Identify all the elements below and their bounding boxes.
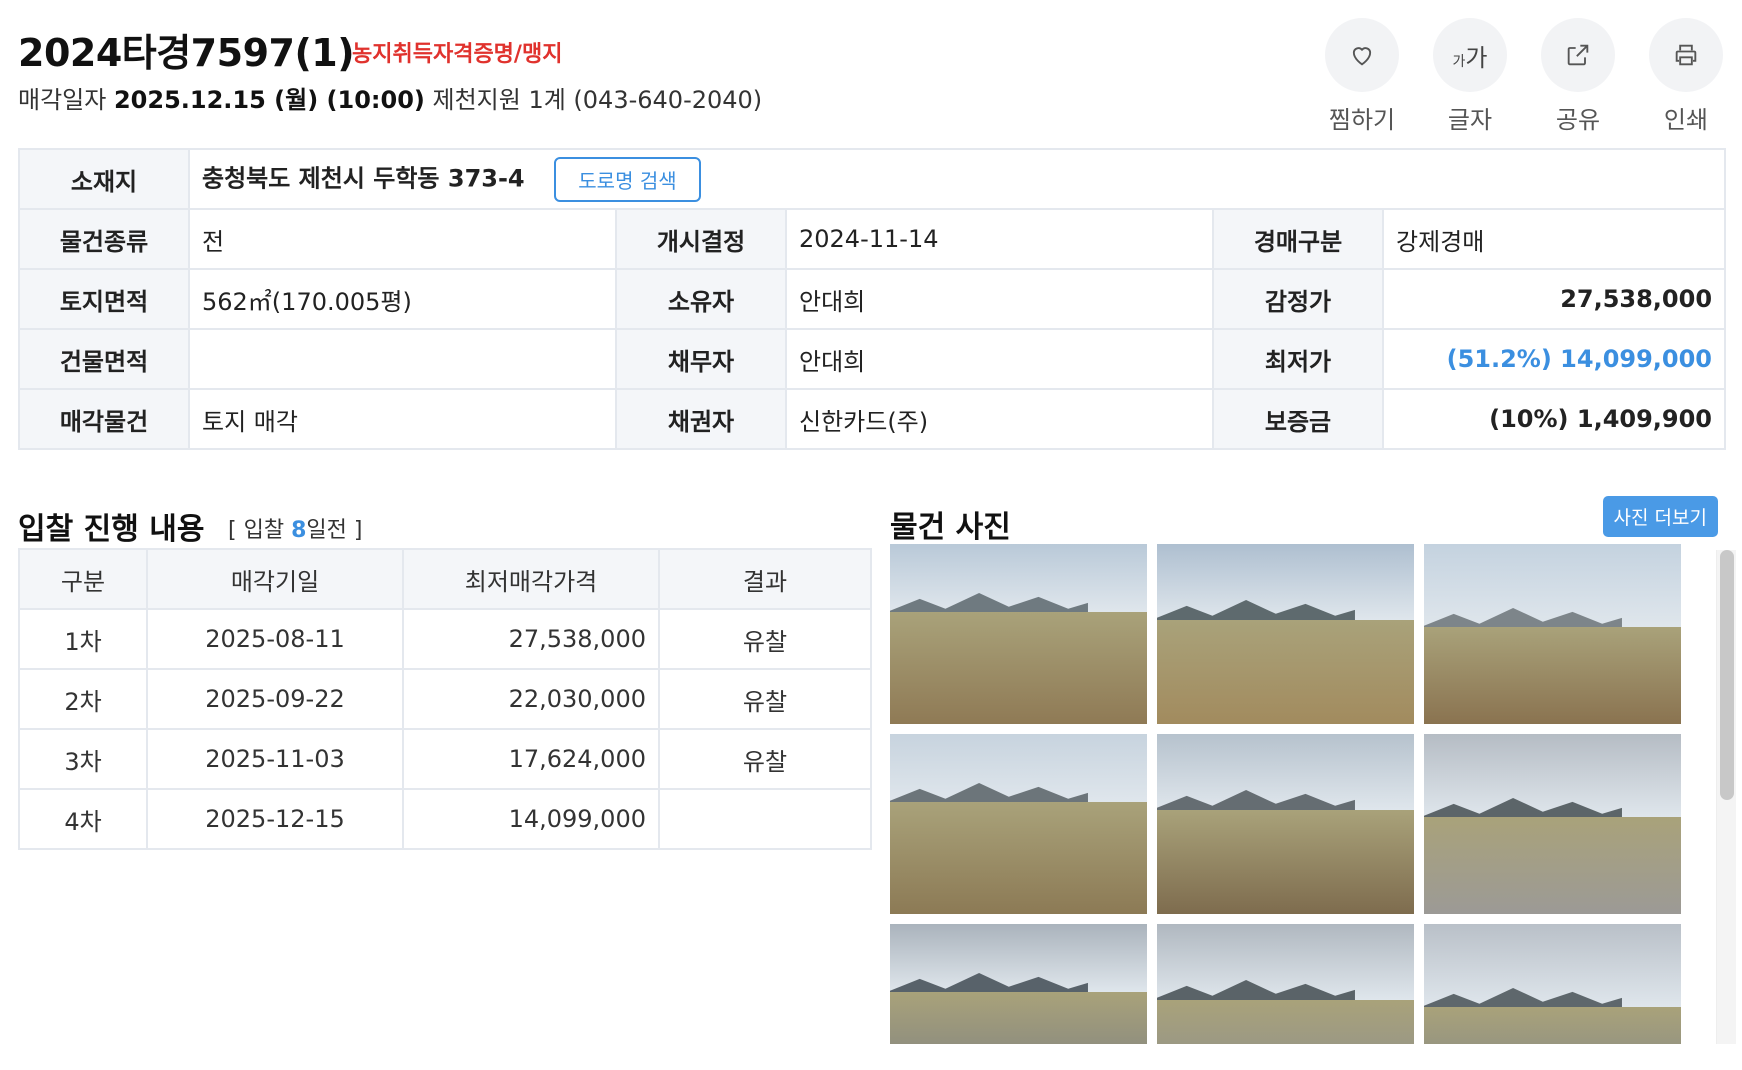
photo-field-7[interactable] [890, 924, 1147, 1044]
minimum-price: (51.2%) 14,099,000 [1381, 328, 1727, 390]
info-label: 매각물건 [18, 388, 190, 450]
info-label: 건물면적 [18, 328, 190, 390]
info-label: 채무자 [615, 328, 787, 390]
photo-field-4[interactable] [890, 734, 1147, 914]
font-size-label: 글자 [1447, 106, 1493, 134]
print-icon [1649, 18, 1723, 92]
court-info: 제천지원 1계 (043-640-2040) [432, 86, 763, 114]
commencement-date: 2024-11-14 [785, 208, 1214, 270]
column-header: 매각기일 [146, 548, 404, 610]
min-price: 22,030,000 [402, 668, 660, 730]
table-row: 3차 2025-11-03 17,624,000 유찰 [18, 728, 872, 790]
info-row: 토지면적 562㎡(170.005평) 소유자 안대희 감정가 27,538,0… [18, 268, 1727, 330]
location-address: 충청북도 제천시 두학동 373-4 [202, 164, 525, 192]
table-row: 2차 2025-09-22 22,030,000 유찰 [18, 668, 872, 730]
sale-date: 2025-11-03 [146, 728, 404, 790]
round: 3차 [18, 728, 148, 790]
round: 2차 [18, 668, 148, 730]
min-price: 14,099,000 [402, 788, 660, 850]
sale-date: 2025.12.15 (월) (10:00) [113, 86, 425, 114]
column-header: 구분 [18, 548, 148, 610]
gallery-scrollbar-thumb[interactable] [1720, 550, 1734, 800]
auction-type: 강제경매 [1381, 208, 1727, 270]
info-label: 최저가 [1212, 328, 1384, 390]
photo-field-1[interactable] [890, 544, 1147, 724]
photos-title: 물건 사진 [890, 510, 1011, 545]
photo-grid [890, 544, 1728, 1044]
location-row: 소재지 충청북도 제천시 두학동 373-4 도로명 검색 [18, 148, 1727, 210]
result: 유찰 [658, 608, 872, 670]
info-label: 보증금 [1212, 388, 1384, 450]
photo-field-6[interactable] [1424, 734, 1681, 914]
info-row: 건물면적 채무자 안대희 최저가 (51.2%) 14,099,000 [18, 328, 1727, 390]
gallery-scrollbar[interactable] [1716, 550, 1736, 1044]
building-area [188, 328, 617, 390]
owner: 안대희 [785, 268, 1214, 330]
sale-info: 매각일자 2025.12.15 (월) (10:00) 제천지원 1계 (043… [18, 80, 762, 115]
photo-field-2[interactable] [1157, 544, 1414, 724]
heart-icon [1325, 18, 1399, 92]
column-header: 최저매각가격 [402, 548, 660, 610]
sale-date: 2025-08-11 [146, 608, 404, 670]
info-label: 물건종류 [18, 208, 190, 270]
info-label: 소유자 [615, 268, 787, 330]
sale-date: 2025-09-22 [146, 668, 404, 730]
photo-field-5[interactable] [1157, 734, 1414, 914]
bidding-header-row: 구분 매각기일 최저매각가격 결과 [18, 548, 872, 610]
share-icon [1541, 18, 1615, 92]
more-photos-button[interactable]: 사진 더보기 [1602, 496, 1718, 537]
sale-label: 매각일자 [18, 86, 107, 114]
table-row: 1차 2025-08-11 27,538,000 유찰 [18, 608, 872, 670]
info-label: 채권자 [615, 388, 787, 450]
location-label: 소재지 [18, 148, 190, 210]
case-number: 2024타경7597(1) [18, 31, 355, 75]
sale-item: 토지 매각 [188, 388, 617, 450]
info-label: 감정가 [1212, 268, 1384, 330]
result: 유찰 [658, 728, 872, 790]
wish-label: 찜하기 [1328, 106, 1396, 134]
bidding-days-left: [ 입찰 8일전 ] [228, 518, 363, 543]
road-search-button[interactable]: 도로명 검색 [554, 156, 701, 202]
wish-button[interactable]: 찜하기 [1324, 18, 1400, 135]
round: 1차 [18, 608, 148, 670]
creditor: 신한카드(주) [785, 388, 1214, 450]
property-info-table: 소재지 충청북도 제천시 두학동 373-4 도로명 검색 물건종류 전 개시결… [18, 148, 1727, 450]
result: 유찰 [658, 668, 872, 730]
share-label: 공유 [1555, 106, 1601, 134]
result [658, 788, 872, 850]
info-label: 경매구분 [1212, 208, 1384, 270]
photo-field-9[interactable] [1424, 924, 1681, 1044]
bidding-table: 구분 매각기일 최저매각가격 결과 1차 2025-08-11 27,538,0… [18, 548, 872, 850]
deposit: (10%) 1,409,900 [1381, 388, 1727, 450]
table-row: 4차 2025-12-15 14,099,000 [18, 788, 872, 850]
info-label: 토지면적 [18, 268, 190, 330]
info-row: 매각물건 토지 매각 채권자 신한카드(주) 보증금 (10%) 1,409,9… [18, 388, 1727, 450]
round: 4차 [18, 788, 148, 850]
photo-field-8[interactable] [1157, 924, 1414, 1044]
share-button[interactable]: 공유 [1540, 18, 1616, 135]
appraisal-price: 27,538,000 [1381, 268, 1727, 330]
font-size-icon: 가가 [1433, 18, 1507, 92]
column-header: 결과 [658, 548, 872, 610]
info-row: 물건종류 전 개시결정 2024-11-14 경매구분 강제경매 [18, 208, 1727, 270]
land-area: 562㎡(170.005평) [188, 268, 617, 330]
print-label: 인쇄 [1663, 106, 1709, 134]
photo-gallery[interactable] [890, 544, 1728, 1044]
print-button[interactable]: 인쇄 [1648, 18, 1724, 135]
bidding-title: 입찰 진행 내용 [18, 512, 205, 547]
info-label: 개시결정 [615, 208, 787, 270]
font-size-button[interactable]: 가가 글자 [1432, 18, 1508, 135]
debtor: 안대희 [785, 328, 1214, 390]
case-tag: 농지취득자격증명/맹지 [352, 42, 563, 67]
header-actions: 찜하기 가가 글자 공유 인쇄 [1324, 18, 1724, 135]
location-cell: 충청북도 제천시 두학동 373-4 도로명 검색 [187, 148, 1727, 210]
min-price: 17,624,000 [402, 728, 660, 790]
min-price: 27,538,000 [402, 608, 660, 670]
sale-date: 2025-12-15 [146, 788, 404, 850]
photo-field-3[interactable] [1424, 544, 1681, 724]
property-type: 전 [188, 208, 617, 270]
